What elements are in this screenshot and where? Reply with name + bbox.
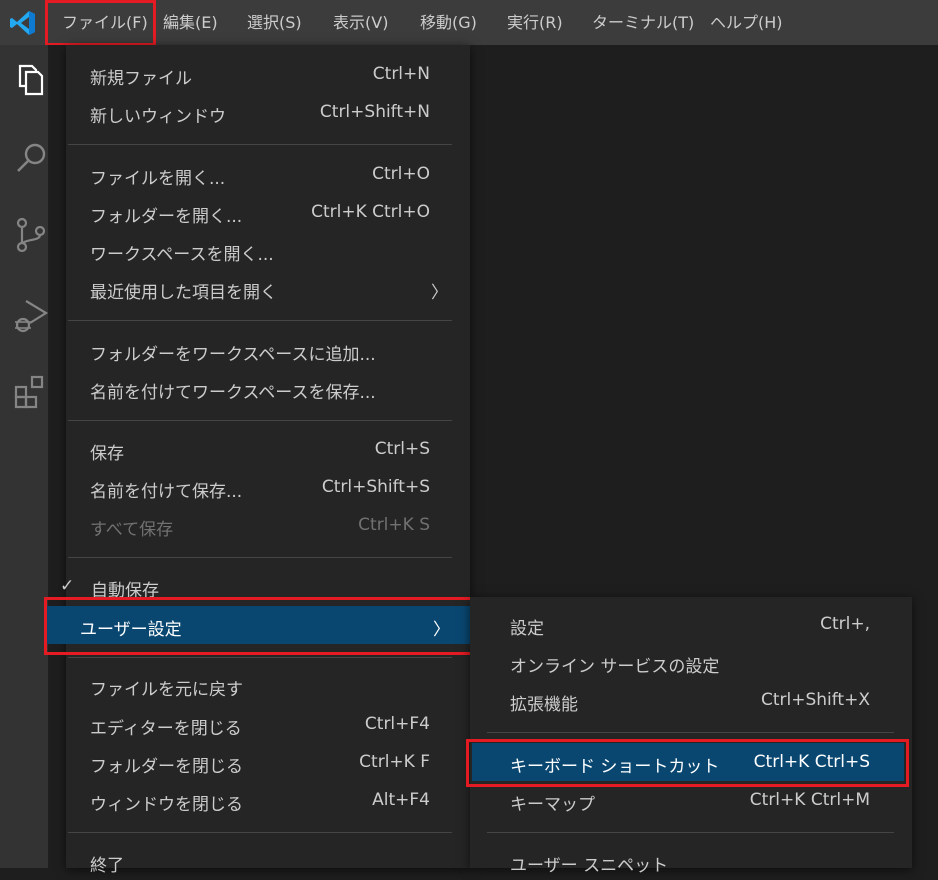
menu-item-save-workspace-as[interactable]: 名前を付けてワークスペースを保存... [66,369,470,407]
source-control-icon[interactable] [12,215,52,255]
menu-item-save-all: すべて保存 Ctrl+K S [90,515,430,540]
menu-item-revert-file[interactable]: ファイルを元に戻す [66,666,470,704]
menu-item-close-folder[interactable]: フォルダーを閉じる Ctrl+K F [66,743,470,781]
chevron-right-icon: 〉 [431,283,448,303]
menu-separator [487,732,894,733]
menu-separator [68,420,452,421]
menu-item-close-editor[interactable]: エディターを閉じる Ctrl+F4 [66,705,470,743]
menu-view[interactable]: 表示(V) [333,0,388,45]
menu-separator [68,657,452,658]
menu-item-open-workspace[interactable]: ワークスペースを開く... [66,231,470,269]
preferences-highlight [44,597,476,655]
vscode-logo-icon [10,11,35,35]
check-icon: ✓ [60,576,75,596]
menu-selection[interactable]: 選択(S) [247,0,302,45]
menu-item-add-folder-to-workspace[interactable]: フォルダーをワークスペースに追加... [66,331,470,369]
activity-bar [0,45,49,868]
menu-run[interactable]: 実行(R) [507,0,563,45]
menu-separator [487,832,894,833]
menu-item-open-file[interactable]: ファイルを開く... Ctrl+O [66,155,470,193]
menu-item-open-folder[interactable]: フォルダーを開く... Ctrl+K Ctrl+O [66,193,470,231]
menu-item-settings[interactable]: 設定 Ctrl+, [470,605,912,643]
menu-item-extensions[interactable]: 拡張機能 Ctrl+Shift+X [470,681,912,719]
menu-item-save-as[interactable]: 名前を付けて保存... Ctrl+Shift+S [66,468,470,506]
menu-item-open-recent[interactable]: 最近使用した項目を開く 〉 [66,269,470,307]
menu-item-new-window[interactable]: 新しいウィンドウ Ctrl+Shift+N [66,93,470,131]
menu-separator [68,557,452,558]
menu-item-user-snippets[interactable]: ユーザー スニペット [470,842,912,880]
menu-item-new-file[interactable]: 新規ファイル Ctrl+N [66,55,470,93]
extensions-icon[interactable] [12,373,52,413]
keyboard-shortcuts-highlight [466,739,909,787]
menu-help[interactable]: ヘルプ(H) [710,0,783,45]
menu-terminal[interactable]: ターミナル(T) [592,0,694,45]
menu-item-close-window[interactable]: ウィンドウを閉じる Alt+F4 [66,781,470,819]
menu-go[interactable]: 移動(G) [420,0,477,45]
search-icon[interactable] [12,137,52,177]
menu-separator [68,144,452,145]
menu-separator [68,320,452,321]
menu-item-exit[interactable]: 終了 [66,842,470,880]
file-menu: 新規ファイル Ctrl+N 新しいウィンドウ Ctrl+Shift+N ファイル… [46,45,472,876]
explorer-icon[interactable] [12,60,52,100]
run-debug-icon[interactable] [12,295,52,335]
menu-item-save[interactable]: 保存 Ctrl+S [66,430,470,468]
menu-separator [68,832,452,833]
menu-edit[interactable]: 編集(E) [163,0,218,45]
menu-item-online-services-settings[interactable]: オンライン サービスの設定 [470,643,912,681]
preferences-submenu: 設定 Ctrl+, オンライン サービスの設定 拡張機能 Ctrl+Shift+… [470,597,912,876]
file-menu-highlight [45,0,156,46]
